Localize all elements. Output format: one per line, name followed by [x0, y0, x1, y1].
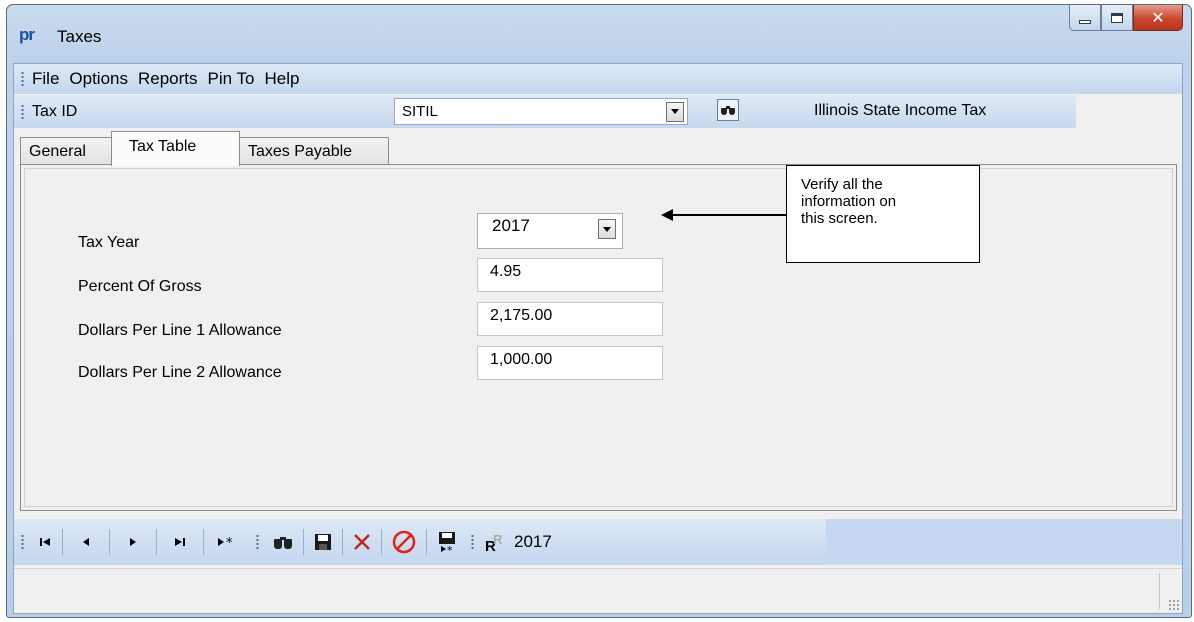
find-button[interactable] — [265, 527, 301, 557]
callout-arrow — [661, 209, 787, 221]
first-record-button[interactable] — [32, 527, 60, 557]
toolbar-separator — [342, 529, 343, 555]
toolbar-separator — [303, 529, 304, 555]
binoculars-icon — [721, 105, 735, 115]
tab-tax-table[interactable]: Tax Table — [111, 131, 240, 166]
minimize-icon — [1079, 19, 1091, 24]
status-separator — [1159, 573, 1160, 609]
tax-id-select[interactable]: SITIL — [394, 98, 688, 125]
close-icon: ✕ — [1151, 8, 1165, 27]
next-record-icon — [130, 538, 136, 546]
last-record-button[interactable] — [159, 527, 201, 557]
toolbar-separator — [109, 529, 110, 555]
menu-help[interactable]: Help — [264, 69, 299, 89]
binoculars-icon — [274, 536, 292, 549]
app-logo-icon: pr — [19, 25, 35, 44]
window-title: Taxes — [57, 27, 102, 46]
cancel-icon — [392, 530, 416, 554]
tax-table-panel: Tax Year 2017 Percent Of Gross 4.95 Doll… — [20, 164, 1177, 511]
svg-text:*: * — [447, 544, 453, 553]
toolbar-separator — [62, 529, 63, 555]
callout-line-1: Verify all the — [801, 176, 883, 193]
tab-taxes-payable[interactable]: Taxes Payable — [239, 137, 389, 165]
resize-grip[interactable] — [1168, 599, 1180, 611]
cancel-button[interactable] — [384, 527, 424, 557]
save-and-new-icon: * — [439, 532, 455, 553]
svg-text:R: R — [493, 532, 503, 547]
tax-year-select[interactable]: 2017 — [477, 213, 623, 249]
previous-record-button[interactable] — [65, 527, 107, 557]
line1-allowance-field[interactable]: 2,175.00 — [477, 302, 663, 336]
tax-description: Illinois State Income Tax — [814, 102, 987, 119]
close-button[interactable]: ✕ — [1133, 5, 1183, 31]
client-area: File Options Reports Pin To Help Tax ID … — [13, 63, 1183, 614]
maximize-icon — [1111, 12, 1123, 23]
tax-year-label: Tax Year — [78, 234, 140, 251]
toolbar-separator — [426, 529, 427, 555]
next-record-button[interactable] — [112, 527, 154, 557]
window-controls: ✕ — [1069, 5, 1183, 31]
tax-year-value: 2017 — [492, 216, 530, 235]
previous-record-icon — [83, 538, 89, 546]
last-record-icon — [175, 538, 185, 546]
toolbar-grip[interactable] — [21, 534, 24, 550]
tax-id-bar: Tax ID SITIL Illinois State Income Tax — [14, 95, 1076, 128]
minimize-button[interactable] — [1069, 5, 1101, 31]
record-navigation-toolbar: * * RR 2017 — [14, 519, 826, 565]
maximize-button[interactable] — [1101, 5, 1133, 31]
toolbar-separator — [203, 529, 204, 555]
callout-line-3: this screen. — [801, 210, 878, 227]
tax-id-dropdown-button[interactable] — [666, 101, 684, 122]
callout-line-2: information on — [801, 193, 897, 210]
menu-reports[interactable]: Reports — [138, 69, 198, 89]
save-button[interactable] — [306, 527, 340, 557]
new-record-icon: * — [218, 536, 233, 548]
line2-allowance-label: Dollars Per Line 2 Allowance — [78, 364, 282, 381]
tab-general[interactable]: General — [20, 137, 112, 165]
toolbar-grip[interactable] — [21, 71, 24, 87]
title-bar[interactable]: pr Taxes ✕ — [7, 5, 1191, 63]
menu-pin-to[interactable]: Pin To — [208, 69, 255, 89]
delete-button[interactable] — [345, 527, 379, 557]
save-icon — [315, 534, 331, 550]
line2-allowance-field[interactable]: 1,000.00 — [477, 346, 663, 380]
save-and-new-button[interactable]: * — [429, 527, 465, 557]
delete-icon — [354, 534, 370, 550]
callout-note: Verify all the information on this scree… — [786, 165, 980, 263]
percent-of-gross-label: Percent Of Gross — [78, 278, 202, 295]
tax-year-dropdown-button[interactable] — [598, 219, 616, 239]
chevron-down-icon — [603, 226, 611, 232]
toolbar-separator — [381, 529, 382, 555]
tax-id-label: Tax ID — [32, 102, 78, 120]
percent-of-gross-field[interactable]: 4.95 — [477, 258, 663, 292]
menu-bar: File Options Reports Pin To Help — [14, 64, 1182, 94]
report-button[interactable]: RR — [480, 527, 510, 557]
status-bar — [14, 568, 1182, 613]
toolbar-grip[interactable] — [471, 534, 474, 550]
chevron-down-icon — [671, 109, 679, 114]
menu-options[interactable]: Options — [69, 69, 128, 89]
svg-text:*: * — [226, 536, 233, 548]
report-year: 2017 — [514, 532, 552, 551]
first-record-icon — [40, 538, 50, 546]
tax-id-lookup-button[interactable] — [717, 99, 739, 121]
new-record-button[interactable]: * — [206, 527, 250, 557]
toolbar-grip[interactable] — [256, 534, 259, 550]
taxes-window: pr Taxes ✕ File Options Reports Pin To H… — [6, 4, 1192, 618]
toolbar-background — [826, 519, 1182, 565]
menu-file[interactable]: File — [32, 69, 59, 89]
line1-allowance-label: Dollars Per Line 1 Allowance — [78, 322, 282, 339]
tax-id-value: SITIL — [402, 103, 438, 120]
toolbar-grip[interactable] — [21, 103, 24, 120]
report-icon: RR — [485, 532, 503, 552]
toolbar-separator — [156, 529, 157, 555]
